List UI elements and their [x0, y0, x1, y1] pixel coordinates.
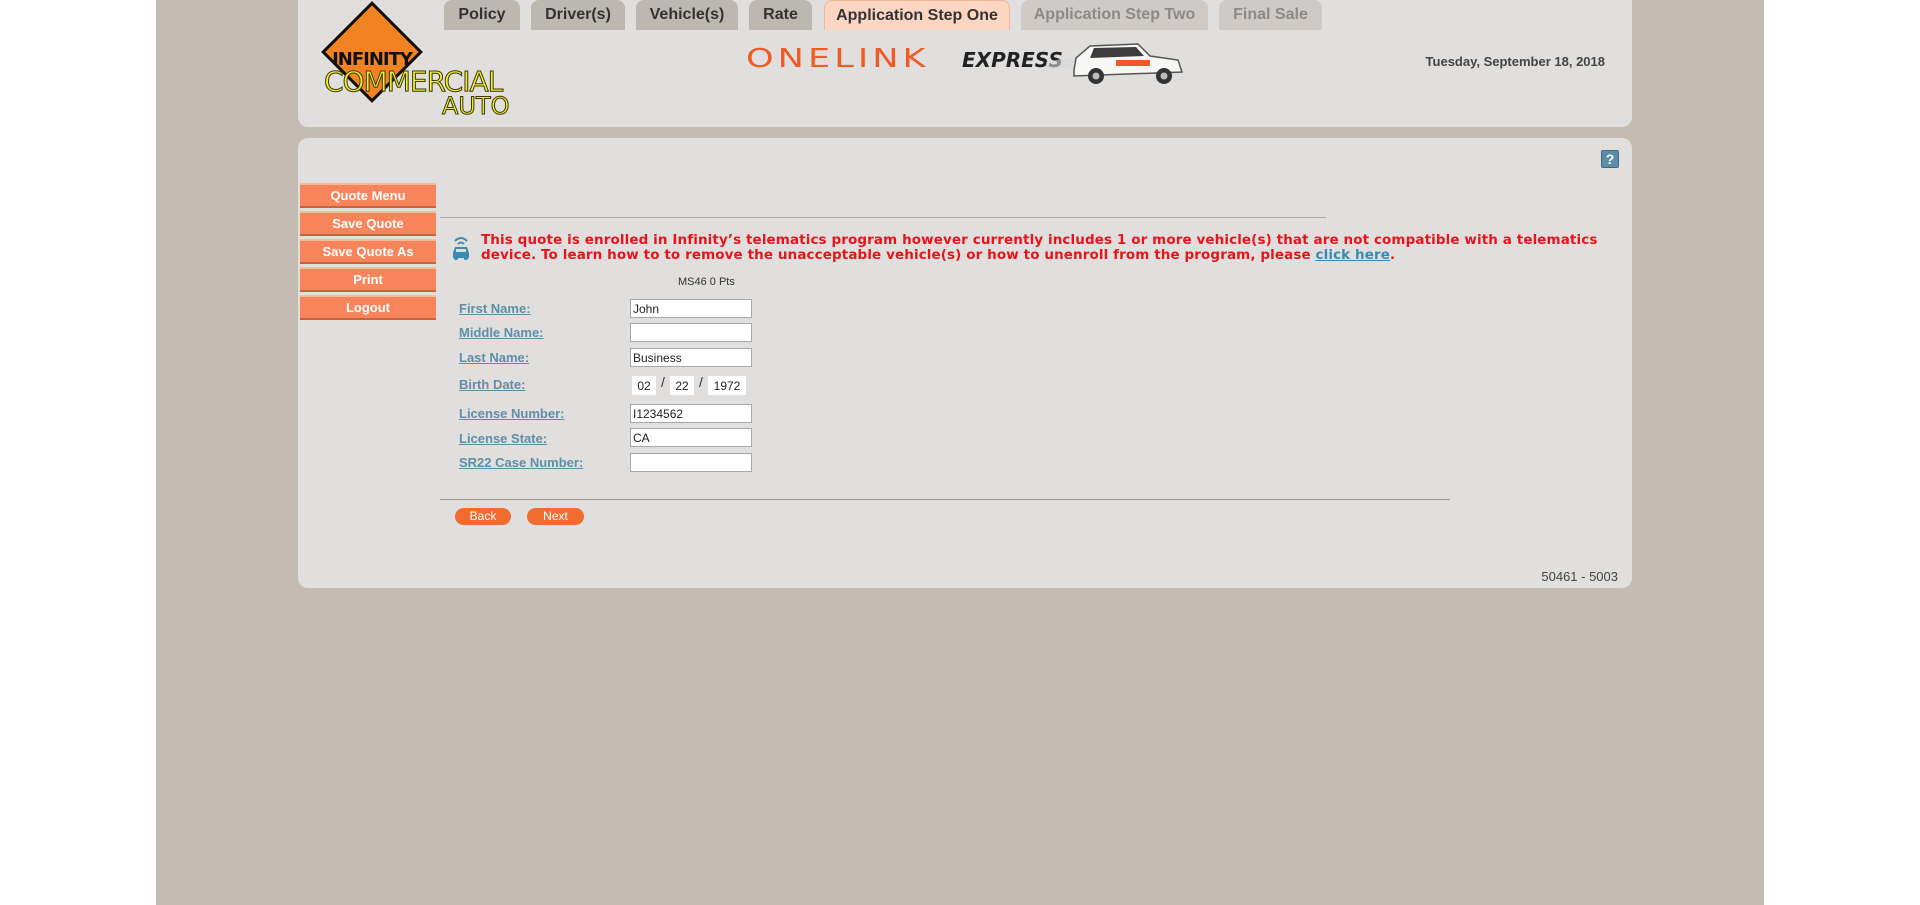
footer-code: 50461 - 5003 — [1541, 569, 1618, 584]
save-quote-button[interactable]: Save Quote — [300, 211, 436, 236]
birth-date-label[interactable]: Birth Date: — [459, 377, 525, 392]
save-quote-as-button[interactable]: Save Quote As — [300, 239, 436, 264]
birth-date-separator: / — [661, 374, 665, 390]
help-icon[interactable]: ? — [1601, 150, 1619, 168]
back-button[interactable]: Back — [455, 508, 511, 525]
current-date: Tuesday, September 18, 2018 — [1425, 54, 1605, 69]
license-number-label[interactable]: License Number: — [459, 406, 564, 421]
print-button[interactable]: Print — [300, 267, 436, 292]
telematics-notice-text: This quote is enrolled in Infinity’s tel… — [481, 233, 1601, 263]
birth-year-field[interactable] — [708, 376, 746, 395]
form-divider — [440, 499, 1450, 500]
birth-month-field[interactable] — [632, 376, 656, 395]
logout-button[interactable]: Logout — [300, 295, 436, 320]
quote-menu-button[interactable]: Quote Menu — [300, 183, 436, 208]
first-name-label[interactable]: First Name: — [459, 301, 531, 316]
tab-final-sale: Final Sale — [1219, 0, 1322, 30]
onelink-express-banner: ONELINK EXPRESS — [746, 36, 1186, 90]
tab-application-step-two: Application Step Two — [1021, 0, 1208, 30]
first-name-field[interactable] — [630, 299, 752, 318]
click-here-link[interactable]: click here — [1316, 247, 1391, 263]
next-button[interactable]: Next — [527, 508, 584, 525]
last-name-label[interactable]: Last Name: — [459, 350, 529, 365]
tab-rate[interactable]: Rate — [749, 0, 812, 30]
telematics-car-icon — [453, 237, 469, 261]
tab-divider — [440, 217, 1326, 218]
last-name-field[interactable] — [630, 348, 752, 367]
license-number-field[interactable] — [630, 404, 752, 423]
tab-vehicles[interactable]: Vehicle(s) — [636, 0, 738, 30]
tab-policy[interactable]: Policy — [444, 0, 520, 30]
sr22-case-number-field[interactable] — [630, 453, 752, 472]
suv-car-icon — [1046, 43, 1184, 84]
middle-name-label[interactable]: Middle Name: — [459, 325, 544, 340]
tab-drivers[interactable]: Driver(s) — [531, 0, 625, 30]
side-menu: Quote Menu Save Quote Save Quote As Prin… — [300, 183, 436, 323]
banner-onelink-text: ONELINK — [746, 44, 930, 74]
birth-date-separator: / — [699, 374, 703, 390]
birth-day-field[interactable] — [670, 376, 694, 395]
points-indicator: MS46 0 Pts — [678, 276, 735, 288]
logo-auto-text: AUTO — [442, 92, 511, 120]
notice-suffix: . — [1390, 247, 1396, 263]
tab-application-step-one[interactable]: Application Step One — [824, 0, 1010, 30]
notice-message: This quote is enrolled in Infinity’s tel… — [481, 232, 1598, 263]
license-state-label[interactable]: License State: — [459, 431, 547, 446]
sr22-case-number-label[interactable]: SR22 Case Number: — [459, 455, 583, 470]
license-state-field[interactable] — [630, 428, 752, 447]
middle-name-field[interactable] — [630, 323, 752, 342]
